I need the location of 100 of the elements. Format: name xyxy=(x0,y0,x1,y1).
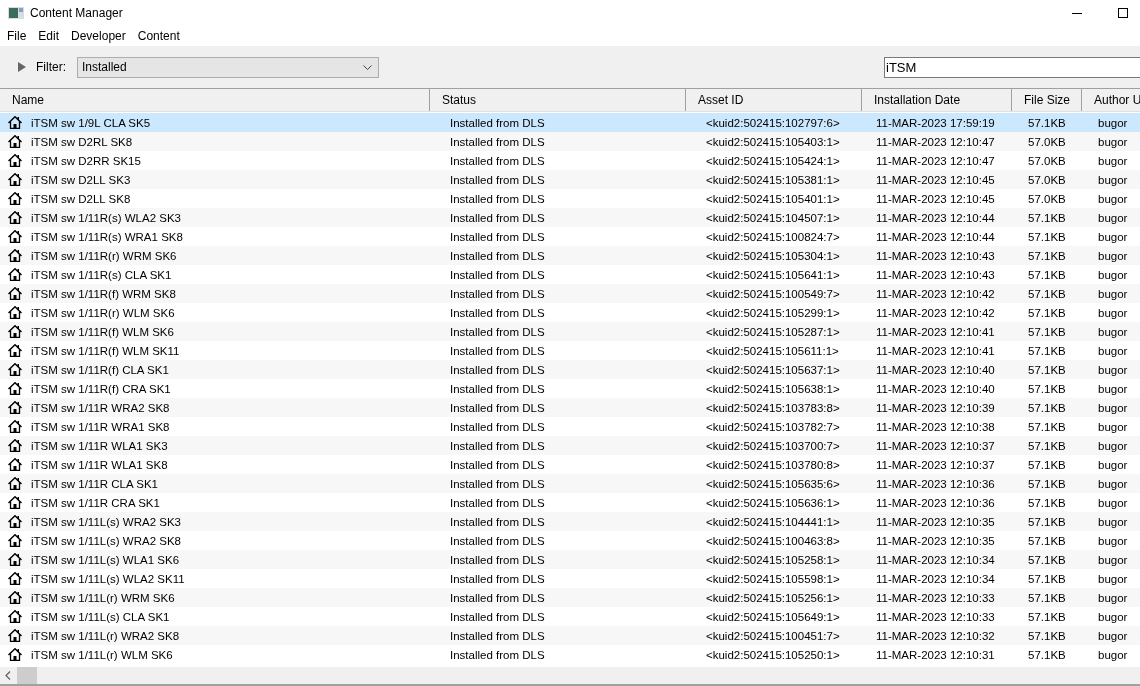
window-title: Content Manager xyxy=(30,6,123,20)
table-cell: bugor xyxy=(1098,648,1128,661)
table-cell: iTSM sw 1/11R WLA1 SK8 xyxy=(31,458,168,471)
expand-arrow-icon[interactable] xyxy=(18,62,26,72)
table-cell: 11-MAR-2023 12:10:35 xyxy=(876,515,995,528)
table-cell: bugor xyxy=(1098,211,1128,224)
table-cell: bugor xyxy=(1098,439,1128,452)
table-row[interactable]: iTSM sw 1/11R CLA SK1 Installed from DLS <kuid2:502415:105635:6> 11-MAR-2023 12:10:36 57.1KB bugor xyxy=(0,474,1140,493)
table-row[interactable]: iTSM sw 1/11R WLA1 SK3 Installed from DLS <kuid2:502415:103700:7> 11-MAR-2023 12:10:37 57.1KB bugor xyxy=(0,436,1140,455)
table-cell: Installed from DLS xyxy=(450,192,545,205)
house-icon xyxy=(8,344,22,357)
house-icon xyxy=(8,534,22,547)
table-cell: Installed from DLS xyxy=(450,629,545,642)
scroll-left-icon[interactable] xyxy=(5,671,11,680)
table-row[interactable]: iTSM sw 1/11R(f) WRM SK8 Installed from DLS <kuid2:502415:100549:7> 11-MAR-2023 12:10:42 57.1KB bugor xyxy=(0,284,1140,303)
column-header[interactable]: Asset ID xyxy=(698,93,744,107)
house-icon xyxy=(8,211,22,224)
table-cell: iTSM sw 1/11R(f) CRA SK1 xyxy=(31,382,171,395)
menu-item[interactable]: Edit xyxy=(38,29,60,43)
table-row[interactable]: iTSM sw 1/11R(f) CLA SK1 Installed from DLS <kuid2:502415:105637:1> 11-MAR-2023 12:10:40 57.1KB bugor xyxy=(0,360,1140,379)
table-cell: iTSM sw D2RR SK15 xyxy=(31,154,141,167)
house-icon xyxy=(8,648,22,661)
table-cell: 57.1KB xyxy=(1028,401,1066,414)
table-cell: 57.1KB xyxy=(1028,439,1066,452)
table-row[interactable]: iTSM sw D2LL SK3 Installed from DLS <kuid2:502415:105381:1> 11-MAR-2023 12:10:45 57.0KB bugor xyxy=(0,170,1140,189)
table-cell: iTSM sw 1/11R(r) WRM SK6 xyxy=(31,249,177,262)
table-cell: bugor xyxy=(1098,249,1128,262)
table-cell: <kuid2:502415:105611:1> xyxy=(706,344,839,357)
table-cell: <kuid2:502415:105424:1> xyxy=(706,154,840,167)
menu-item[interactable]: Content xyxy=(137,29,180,43)
table-cell: bugor xyxy=(1098,458,1128,471)
table-cell: bugor xyxy=(1098,534,1128,547)
house-icon xyxy=(8,401,22,414)
column-header[interactable]: Author U xyxy=(1094,93,1140,107)
table-cell: 11-MAR-2023 12:10:42 xyxy=(876,306,995,319)
column-header[interactable]: File Size xyxy=(1024,93,1070,107)
table-cell: <kuid2:502415:105636:1> xyxy=(706,496,840,509)
table-cell: 57.0KB xyxy=(1028,154,1066,167)
table-cell: bugor xyxy=(1098,268,1128,281)
table-cell: bugor xyxy=(1098,515,1128,528)
table-cell: bugor xyxy=(1098,477,1128,490)
house-icon xyxy=(8,610,22,623)
horizontal-scrollbar[interactable] xyxy=(0,667,1140,686)
table-cell: 57.1KB xyxy=(1028,477,1066,490)
table-cell: <kuid2:502415:103783:8> xyxy=(706,401,840,414)
table-cell: 57.1KB xyxy=(1028,287,1066,300)
table-cell: 57.1KB xyxy=(1028,496,1066,509)
house-icon xyxy=(8,135,22,148)
table-row[interactable]: iTSM sw D2RL SK8 Installed from DLS <kuid2:502415:105403:1> 11-MAR-2023 12:10:47 57.0KB bugor xyxy=(0,132,1140,151)
table-row[interactable]: iTSM sw 1/11R(r) WRM SK6 Installed from DLS <kuid2:502415:105304:1> 11-MAR-2023 12:10:43 57.1KB bugor xyxy=(0,246,1140,265)
table-cell: bugor xyxy=(1098,629,1128,642)
table-row[interactable]: iTSM sw 1/11L(s) WRA2 SK3 Installed from DLS <kuid2:502415:104441:1> 11-MAR-2023 12:10:35 57.1KB bugor xyxy=(0,512,1140,531)
house-icon xyxy=(8,591,22,604)
table-row[interactable]: iTSM sw 1/11R(f) WLM SK6 Installed from DLS <kuid2:502415:105287:1> 11-MAR-2023 12:10:41 57.1KB bugor xyxy=(0,322,1140,341)
table-row[interactable]: iTSM sw 1/11L(r) WRM SK6 Installed from DLS <kuid2:502415:105256:1> 11-MAR-2023 12:10:33 57.1KB bugor xyxy=(0,588,1140,607)
table-row[interactable]: iTSM sw 1/11L(s) WLA1 SK6 Installed from DLS <kuid2:502415:105258:1> 11-MAR-2023 12:10:34 57.1KB bugor xyxy=(0,550,1140,569)
table-cell: iTSM sw 1/11L(r) WRM SK6 xyxy=(31,591,175,604)
table-cell: iTSM sw 1/11R(s) WRA1 SK8 xyxy=(31,230,183,243)
table-cell: 57.1KB xyxy=(1028,629,1066,642)
menu-item[interactable]: File xyxy=(7,29,27,43)
table-cell: 11-MAR-2023 12:10:37 xyxy=(876,439,995,452)
table-cell: Installed from DLS xyxy=(450,287,545,300)
table-cell: 11-MAR-2023 12:10:45 xyxy=(876,192,995,205)
house-icon xyxy=(8,287,22,300)
table-cell: iTSM sw 1/11R(r) WLM SK6 xyxy=(31,306,175,319)
table-cell: 57.1KB xyxy=(1028,306,1066,319)
column-header[interactable]: Installation Date xyxy=(874,93,961,107)
table-cell: bugor xyxy=(1098,173,1128,186)
table-row[interactable]: iTSM sw 1/11R(s) WLA2 SK3 Installed from DLS <kuid2:502415:104507:1> 11-MAR-2023 12:10:44 57.1KB bugor xyxy=(0,208,1140,227)
table-cell: bugor xyxy=(1098,325,1128,338)
table-cell: 57.1KB xyxy=(1028,211,1066,224)
table-row[interactable]: iTSM sw 1/11L(r) WRA2 SK8 Installed from DLS <kuid2:502415:100451:7> 11-MAR-2023 12:10:32 57.1KB bugor xyxy=(0,626,1140,645)
table-row[interactable]: iTSM sw 1/9L CLA SK5 Installed from DLS <kuid2:502415:102797:6> 11-MAR-2023 17:59:19 57.1KB bugor xyxy=(0,113,1140,132)
table-cell: iTSM sw 1/11R WLA1 SK3 xyxy=(31,439,168,452)
table-cell: <kuid2:502415:105381:1> xyxy=(706,173,840,186)
column-header[interactable]: Status xyxy=(442,93,477,107)
table-cell: 11-MAR-2023 12:10:40 xyxy=(876,363,995,376)
search-field[interactable]: iTSM xyxy=(884,56,1140,78)
house-icon xyxy=(8,420,22,433)
table-row[interactable]: iTSM sw 1/11R WRA2 SK8 Installed from DLS <kuid2:502415:103783:8> 11-MAR-2023 12:10:39 57.1KB bugor xyxy=(0,398,1140,417)
scroll-thumb[interactable] xyxy=(17,667,37,684)
filter-dropdown[interactable]: Installed xyxy=(77,56,379,78)
table-cell: 57.1KB xyxy=(1028,382,1066,395)
house-icon xyxy=(8,249,22,262)
table-cell: 11-MAR-2023 12:10:40 xyxy=(876,382,995,395)
maximize-icon[interactable] xyxy=(1118,8,1128,18)
house-icon xyxy=(8,268,22,281)
menu-item[interactable]: Developer xyxy=(71,29,126,43)
table-cell: 57.1KB xyxy=(1028,325,1066,338)
house-icon xyxy=(8,496,22,509)
column-header[interactable]: Name xyxy=(12,93,44,107)
table-cell: <kuid2:502415:105299:1> xyxy=(706,306,840,319)
table-cell: <kuid2:502415:104441:1> xyxy=(706,515,840,528)
table-cell: 57.0KB xyxy=(1028,192,1066,205)
table-cell: bugor xyxy=(1098,591,1128,604)
table-cell: Installed from DLS xyxy=(450,382,545,395)
house-icon xyxy=(8,325,22,338)
table-cell: Installed from DLS xyxy=(450,230,545,243)
table-cell: <kuid2:502415:102797:6> xyxy=(706,116,840,129)
table-cell: Installed from DLS xyxy=(450,325,545,338)
